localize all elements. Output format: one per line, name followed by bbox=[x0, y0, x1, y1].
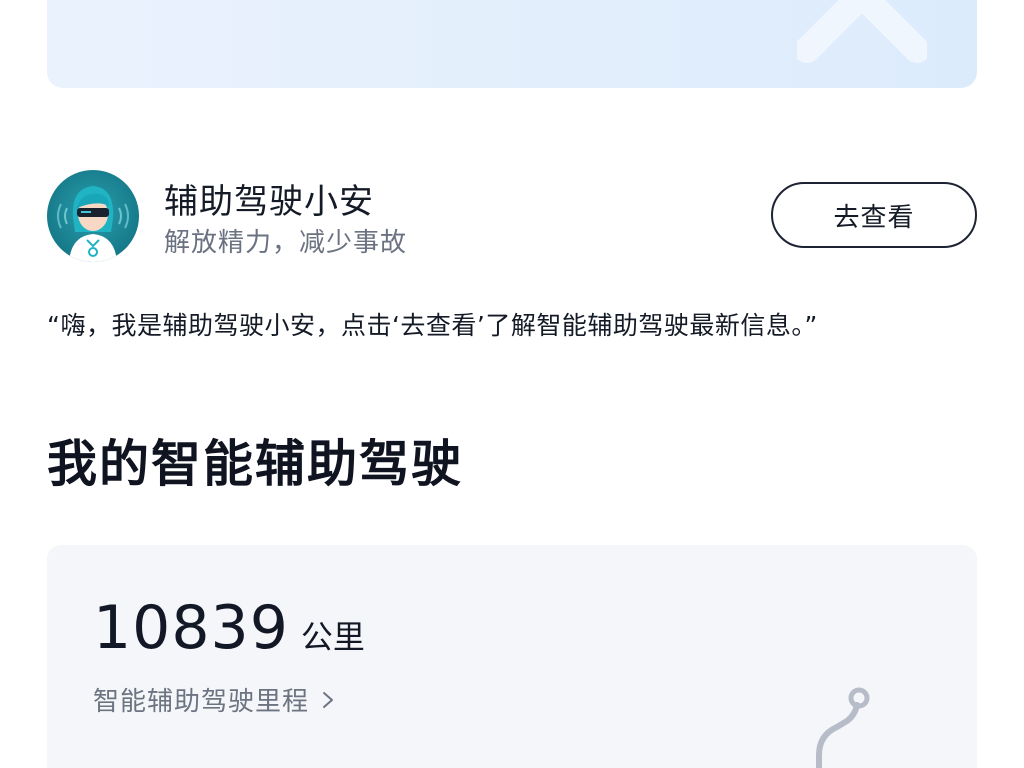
assistant-card: 辅助驾驶小安 解放精力，减少事故 去查看 bbox=[47, 170, 977, 262]
banner-decoration bbox=[797, 0, 927, 63]
route-decoration bbox=[816, 687, 870, 768]
section-title: 我的智能辅助驾驶 bbox=[47, 435, 463, 493]
mileage-card[interactable]: 10839 公里 智能辅助驾驶里程 bbox=[47, 545, 977, 768]
mileage-link[interactable]: 智能辅助驾驶里程 bbox=[93, 681, 337, 718]
top-banner-card[interactable] bbox=[47, 0, 977, 88]
mileage-link-label: 智能辅助驾驶里程 bbox=[93, 687, 310, 717]
assistant-subtitle: 解放精力，减少事故 bbox=[164, 228, 408, 258]
assistant-quote: “嗨，我是辅助驾驶小安，点击‘去查看’了解智能辅助驾驶最新信息。” bbox=[47, 311, 818, 340]
assistant-avatar bbox=[47, 170, 139, 262]
mileage-unit: 公里 bbox=[300, 618, 365, 656]
page: 辅助驾驶小安 解放精力，减少事故 去查看 “嗨，我是辅助驾驶小安，点击‘去查看’… bbox=[0, 0, 1024, 768]
assistant-title: 辅助驾驶小安 bbox=[164, 182, 374, 222]
mileage-value: 10839 bbox=[93, 593, 289, 663]
chevron-right-icon bbox=[323, 691, 334, 708]
view-button[interactable]: 去查看 bbox=[771, 182, 977, 248]
mileage-display: 10839 公里 bbox=[93, 593, 365, 663]
